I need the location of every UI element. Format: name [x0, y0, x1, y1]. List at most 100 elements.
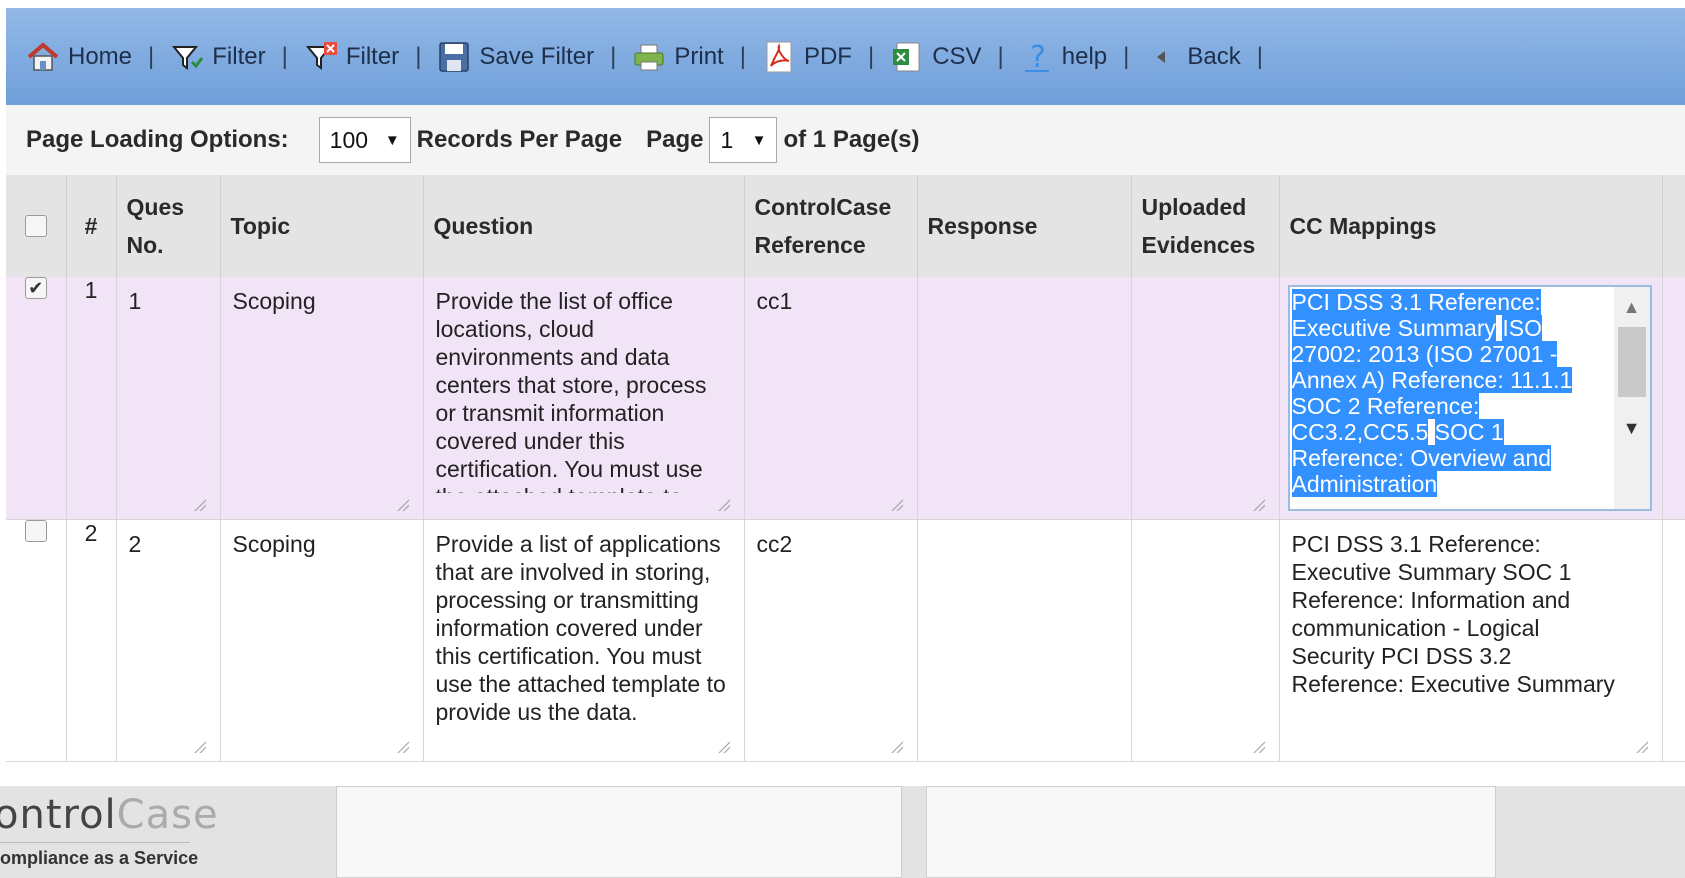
help-button[interactable]: ? help — [1020, 40, 1107, 74]
csv-button[interactable]: CSV — [890, 40, 982, 74]
back-arrow-icon — [1157, 50, 1166, 63]
row-select-cell — [6, 519, 67, 762]
page-count-label: of 1 Page(s) — [783, 126, 920, 153]
header-ques-no-line1: Ques — [126, 194, 185, 220]
header-question[interactable]: Question — [423, 175, 745, 277]
table-header-row: # Ques No. Topic Question ControlCase Refe… — [6, 175, 1685, 277]
row-number: 1 — [84, 277, 98, 303]
clear-filter-label: Filter — [345, 42, 400, 70]
csv-icon — [893, 42, 920, 71]
filter-label: Filter — [212, 42, 266, 70]
resize-grip-icon[interactable] — [193, 498, 206, 511]
header-spacer — [1662, 175, 1685, 277]
row-checkbox[interactable]: ✔ — [24, 277, 47, 299]
page-loading-options: Page Loading Options: 100 ▼ Records Per … — [6, 105, 1685, 175]
records-per-page-value: 100 — [329, 126, 369, 153]
header-mappings[interactable]: CC Mappings — [1279, 175, 1663, 277]
ques-no-cell[interactable]: 1 — [116, 277, 221, 520]
resize-grip-icon[interactable] — [890, 740, 903, 753]
topic-cell[interactable]: Scoping — [220, 277, 424, 520]
reference-cell[interactable]: cc2 — [744, 519, 918, 762]
resize-grip-icon[interactable] — [396, 498, 409, 511]
mappings-textarea[interactable]: PCI DSS 3.1 Reference: Executive Summary… — [1280, 520, 1662, 698]
ques-no-cell[interactable]: 2 — [116, 519, 221, 762]
evidences-cell[interactable] — [1131, 519, 1280, 762]
select-all-checkbox[interactable] — [24, 215, 47, 237]
mappings-cell[interactable]: PCI DSS 3.1 Reference: Executive Summary… — [1279, 519, 1663, 762]
back-button[interactable]: Back — [1145, 40, 1241, 74]
response-cell[interactable] — [917, 519, 1132, 762]
row-checkbox[interactable] — [24, 519, 47, 542]
ques-no-field: 1 — [128, 288, 142, 314]
evidences-cell[interactable] — [1131, 277, 1280, 520]
toolbar: Home | Filter | Filter | Save Filter | P… — [6, 8, 1685, 105]
separator: | — [415, 42, 422, 70]
home-icon — [27, 41, 59, 71]
separator: | — [739, 42, 746, 70]
page-select-value: 1 — [720, 126, 734, 153]
scroll-down-arrow-icon[interactable]: ▼ — [1614, 409, 1650, 449]
table-row[interactable]: 2 2 Scoping Provide a list of applicatio… — [6, 519, 1685, 762]
help-label: help — [1061, 42, 1108, 70]
header-evidences[interactable]: Uploaded Evidences — [1131, 175, 1280, 277]
question-cell[interactable]: Provide the list of office locations, cl… — [423, 277, 745, 520]
resize-grip-icon[interactable] — [1252, 740, 1265, 753]
resize-grip-icon[interactable] — [193, 740, 206, 753]
logo-wordmark-part2: Case — [116, 792, 219, 838]
row-spacer — [1662, 519, 1685, 762]
logo-divider — [0, 842, 190, 843]
question-field: Provide the list of office locations, cl… — [435, 288, 707, 493]
header-evidences-line2: Evidences — [1141, 232, 1256, 258]
header-reference-line2: Reference — [754, 232, 866, 258]
header-response[interactable]: Response — [917, 175, 1132, 277]
print-button[interactable]: Print — [632, 40, 724, 74]
resize-grip-icon[interactable] — [1635, 740, 1648, 753]
response-cell[interactable] — [917, 277, 1132, 520]
resize-grip-icon[interactable] — [890, 498, 903, 511]
pdf-button[interactable]: PDF — [762, 40, 852, 74]
controlcase-logo: ontrolCase ompliance as a Service — [0, 786, 228, 878]
save-filter-label: Save Filter — [479, 42, 595, 70]
filter-button[interactable]: Filter — [170, 40, 266, 74]
home-label: Home — [68, 42, 133, 70]
print-label: Print — [674, 42, 724, 70]
response-field — [918, 277, 1131, 287]
question-cell[interactable]: Provide a list of applications that are … — [423, 519, 745, 762]
header-reference[interactable]: ControlCase Reference — [744, 175, 918, 277]
reference-field: cc1 — [756, 288, 793, 314]
response-field — [918, 520, 1131, 530]
background-panel — [336, 786, 902, 878]
topic-cell[interactable]: Scoping — [220, 519, 424, 762]
reference-field: cc2 — [756, 530, 793, 557]
header-ques-no[interactable]: Ques No. — [116, 175, 221, 277]
reference-cell[interactable]: cc1 — [744, 277, 918, 520]
records-per-page-label: Records Per Page — [416, 126, 623, 153]
page-label: Page — [646, 126, 704, 153]
row-num-cell: 2 — [66, 519, 117, 762]
mappings-cell[interactable]: PCI DSS 3.1 Reference: Executive Summary… — [1279, 277, 1663, 520]
header-topic[interactable]: Topic — [220, 175, 424, 277]
separator: | — [610, 42, 617, 70]
page-select[interactable]: 1 ▼ — [709, 117, 778, 163]
resize-grip-icon[interactable] — [717, 498, 730, 511]
back-label: Back — [1187, 42, 1241, 70]
options-label: Page Loading Options: — [26, 126, 289, 153]
ques-no-field: 2 — [128, 530, 142, 557]
header-num[interactable]: # — [66, 175, 117, 277]
mappings-scrollbar[interactable]: ▲ ▼ — [1613, 287, 1650, 509]
select-all-header — [6, 175, 67, 277]
clear-filter-button[interactable]: Filter — [304, 40, 399, 74]
resize-grip-icon[interactable] — [1252, 498, 1265, 511]
resize-grip-icon[interactable] — [396, 740, 409, 753]
scrollbar-thumb[interactable] — [1617, 327, 1646, 397]
save-filter-button[interactable]: Save Filter — [437, 40, 594, 74]
save-icon — [439, 41, 470, 72]
help-icon: ? — [1024, 40, 1049, 74]
resize-grip-icon[interactable] — [717, 740, 730, 753]
home-button[interactable]: Home — [26, 40, 132, 74]
mappings-textarea[interactable]: PCI DSS 3.1 Reference: Executive Summary… — [1287, 285, 1652, 511]
scroll-up-arrow-icon[interactable]: ▲ — [1614, 287, 1650, 327]
records-per-page-select[interactable]: 100 ▼ — [318, 117, 411, 163]
filter-icon — [172, 45, 204, 70]
table-row[interactable]: ✔ 1 1 Scoping Provide the list of office… — [6, 277, 1685, 520]
